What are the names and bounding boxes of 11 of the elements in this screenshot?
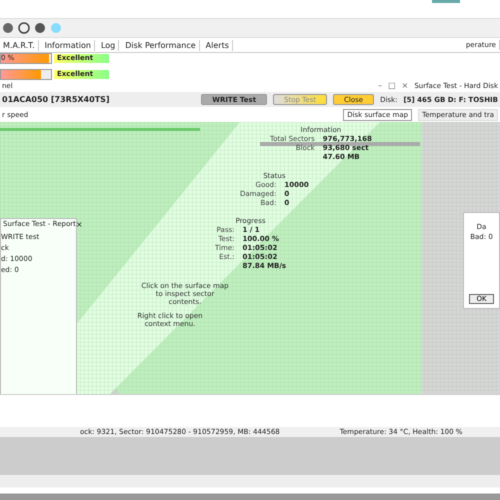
window-control[interactable]: □ [388, 81, 396, 90]
tab[interactable]: Disk Performance [122, 40, 200, 50]
tab[interactable]: M.A.R.T. [0, 40, 39, 50]
disk-icon[interactable] [2, 22, 14, 34]
disk-name: 01ACA050 [73R5X40TS] [2, 95, 110, 104]
tab[interactable]: Log [98, 40, 120, 50]
window-control[interactable]: × [402, 81, 408, 90]
tab[interactable]: Information [42, 40, 95, 50]
window-control[interactable]: – [378, 81, 382, 90]
tab[interactable]: Alerts [202, 40, 233, 50]
close-icon[interactable]: × [76, 220, 83, 229]
